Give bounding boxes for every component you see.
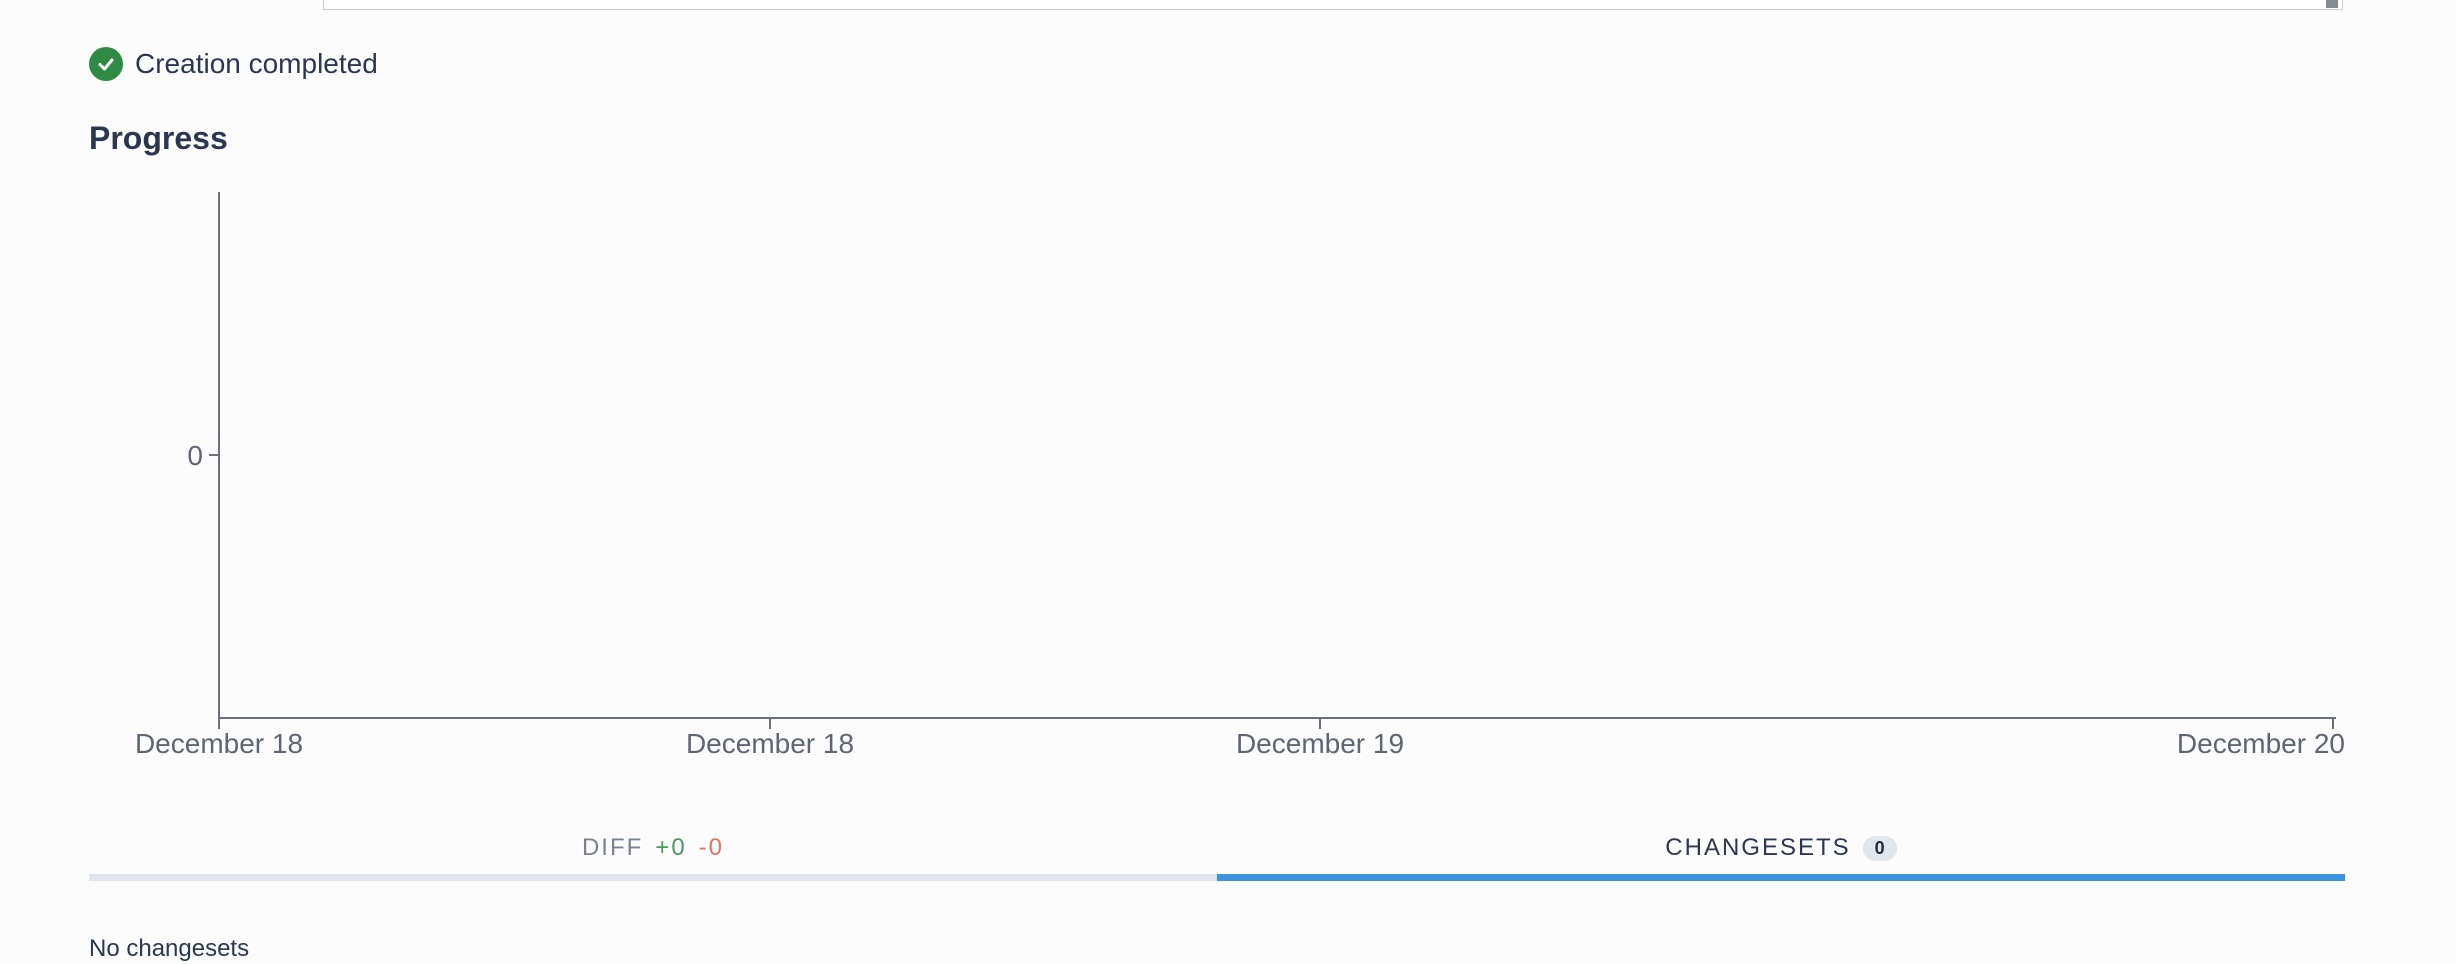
x-tick-label: December 18 (135, 728, 303, 759)
progress-chart: 0 December 18 December 18 December 19 Decemb… (135, 192, 2345, 759)
diff-added-count: +0 (655, 834, 687, 861)
tab-changesets-underline (1217, 874, 2345, 881)
tab-diff-label: DIFF (581, 834, 644, 861)
empty-changesets-message: No changesets (89, 935, 250, 962)
tabs-bar: DIFF +0 -0 CHANGESETS 0 (89, 825, 2345, 881)
diff-removed-count: -0 (698, 834, 725, 861)
tab-changesets[interactable]: CHANGESETS 0 (1217, 825, 2345, 881)
tab-changesets-label: CHANGESETS (1665, 834, 1851, 861)
tab-diff[interactable]: DIFF +0 -0 (89, 825, 1217, 881)
changesets-count-badge: 0 (1862, 835, 1897, 861)
x-tick-label: December 19 (1236, 728, 1404, 759)
y-tick-label: 0 (187, 440, 203, 471)
tab-diff-underline (89, 874, 1217, 881)
x-tick-label: December 18 (686, 728, 854, 759)
x-tick-label: December 20 (2177, 728, 2345, 759)
